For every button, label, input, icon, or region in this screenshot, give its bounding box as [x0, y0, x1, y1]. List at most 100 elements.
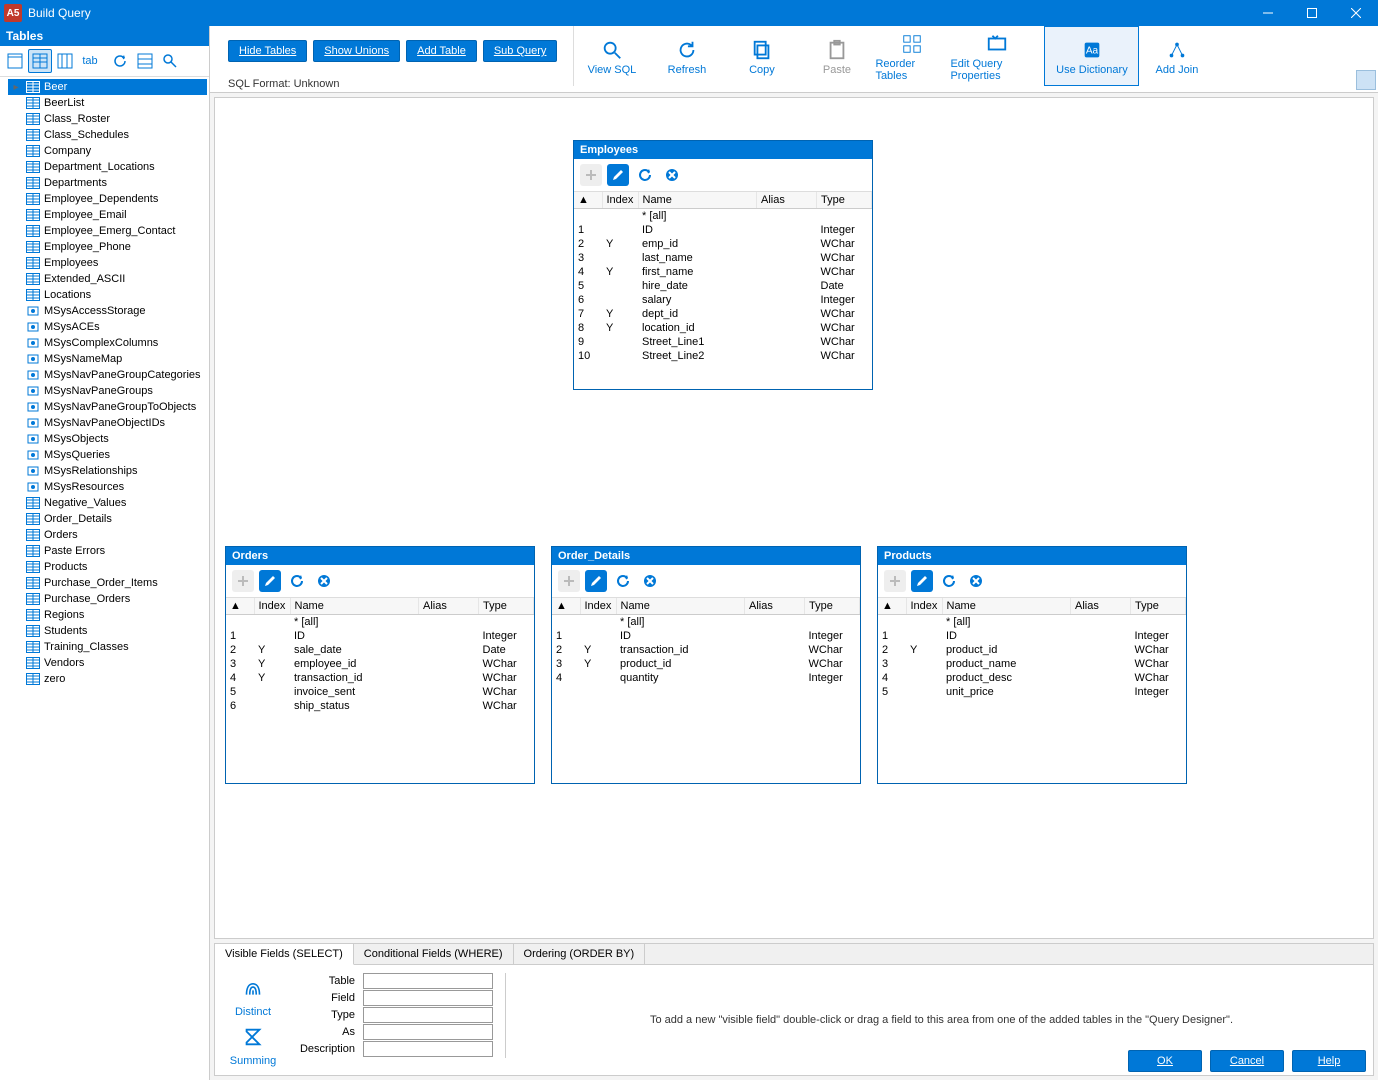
table-row[interactable]: 5hire_dateDate: [574, 279, 872, 293]
tree-item[interactable]: MSysNavPaneObjectIDs: [8, 415, 207, 431]
table-row[interactable]: 2Yemp_idWChar: [574, 237, 872, 251]
col-type[interactable]: Type: [479, 598, 534, 615]
table-row[interactable]: 3product_nameWChar: [878, 657, 1186, 671]
view-sql-button[interactable]: View SQL: [574, 26, 649, 86]
add-join-button[interactable]: Add Join: [1139, 26, 1214, 86]
table-row[interactable]: 1IDInteger: [226, 629, 534, 643]
table-window-title[interactable]: Products: [878, 547, 1186, 565]
refresh-icon[interactable]: [634, 164, 656, 186]
close-icon[interactable]: [313, 570, 335, 592]
table-row[interactable]: 5unit_priceInteger: [878, 685, 1186, 699]
tab-ordering[interactable]: Ordering (ORDER BY): [514, 944, 646, 964]
table-grid[interactable]: ▲IndexNameAliasType* [all]1IDInteger2Ytr…: [552, 598, 860, 783]
table-window-title[interactable]: Order_Details: [552, 547, 860, 565]
tree-item[interactable]: Class_Schedules: [8, 127, 207, 143]
tree-item[interactable]: MSysQueries: [8, 447, 207, 463]
tree-expand-icon[interactable]: ▸: [10, 82, 22, 93]
tree-item[interactable]: Paste Errors: [8, 543, 207, 559]
copy-button[interactable]: Copy: [724, 26, 799, 86]
table-row[interactable]: 1IDInteger: [878, 629, 1186, 643]
col-sort[interactable]: ▲: [226, 598, 254, 615]
table-row[interactable]: 3Yproduct_idWChar: [552, 657, 860, 671]
edit-icon[interactable]: [259, 570, 281, 592]
form-as-input[interactable]: [363, 1024, 493, 1040]
close-icon[interactable]: [639, 570, 661, 592]
col-alias[interactable]: Alias: [419, 598, 479, 615]
table-row[interactable]: 6ship_statusWChar: [226, 699, 534, 713]
tree-item[interactable]: Purchase_Orders: [8, 591, 207, 607]
col-name[interactable]: Name: [638, 192, 757, 209]
tree-item[interactable]: Departments: [8, 175, 207, 191]
refresh-icon[interactable]: [286, 570, 308, 592]
table-row[interactable]: 5invoice_sentWChar: [226, 685, 534, 699]
tree-item[interactable]: Locations: [8, 287, 207, 303]
distinct-button[interactable]: Distinct: [235, 973, 271, 1018]
table-row[interactable]: 6salaryInteger: [574, 293, 872, 307]
refresh-icon[interactable]: [612, 570, 634, 592]
table-window-title[interactable]: Orders: [226, 547, 534, 565]
tree-item[interactable]: MSysNavPaneGroups: [8, 383, 207, 399]
col-index[interactable]: Index: [906, 598, 942, 615]
tab-conditional-fields[interactable]: Conditional Fields (WHERE): [354, 944, 514, 964]
col-alias[interactable]: Alias: [757, 192, 817, 209]
tree-item[interactable]: Extended_ASCII: [8, 271, 207, 287]
table-row[interactable]: * [all]: [574, 209, 872, 224]
table-row[interactable]: * [all]: [226, 615, 534, 630]
col-alias[interactable]: Alias: [745, 598, 805, 615]
show-unions-button[interactable]: Show Unions: [313, 40, 400, 62]
tree-item[interactable]: MSysNavPaneGroupCategories: [8, 367, 207, 383]
search-icon[interactable]: [158, 49, 182, 73]
view-mode-2-icon[interactable]: [28, 49, 52, 73]
tree-item[interactable]: zero: [8, 671, 207, 687]
col-type[interactable]: Type: [805, 598, 860, 615]
tree-item[interactable]: MSysObjects: [8, 431, 207, 447]
col-alias[interactable]: Alias: [1071, 598, 1131, 615]
tree-item[interactable]: MSysResources: [8, 479, 207, 495]
refresh-icon[interactable]: [938, 570, 960, 592]
tree-item[interactable]: Purchase_Order_Items: [8, 575, 207, 591]
table-row[interactable]: 1IDInteger: [552, 629, 860, 643]
col-type[interactable]: Type: [817, 192, 872, 209]
tree-item[interactable]: MSysACEs: [8, 319, 207, 335]
table-row[interactable]: 4quantityInteger: [552, 671, 860, 685]
tree-item[interactable]: Students: [8, 623, 207, 639]
tree-item[interactable]: Order_Details: [8, 511, 207, 527]
tree-item[interactable]: Training_Classes: [8, 639, 207, 655]
col-index[interactable]: Index: [602, 192, 638, 209]
table-row[interactable]: 4Ytransaction_idWChar: [226, 671, 534, 685]
table-window-products[interactable]: Products▲IndexNameAliasType* [all]1IDInt…: [877, 546, 1187, 784]
table-row[interactable]: 2Yproduct_idWChar: [878, 643, 1186, 657]
col-type[interactable]: Type: [1131, 598, 1186, 615]
tree-item[interactable]: BeerList: [8, 95, 207, 111]
edit-icon[interactable]: [911, 570, 933, 592]
reorder-button[interactable]: Reorder Tables: [874, 26, 949, 86]
table-row[interactable]: 10Street_Line2WChar: [574, 349, 872, 363]
col-name[interactable]: Name: [290, 598, 419, 615]
tree-item[interactable]: Employee_Dependents: [8, 191, 207, 207]
tree-item[interactable]: Department_Locations: [8, 159, 207, 175]
table-row[interactable]: 1IDInteger: [574, 223, 872, 237]
sub-query-button[interactable]: Sub Query: [483, 40, 558, 62]
tree-item[interactable]: Employees: [8, 255, 207, 271]
table-row[interactable]: 2Ysale_dateDate: [226, 643, 534, 657]
col-sort[interactable]: ▲: [552, 598, 580, 615]
view-mode-1-icon[interactable]: [3, 49, 27, 73]
help-button[interactable]: Help: [1292, 1050, 1366, 1072]
tree-item[interactable]: Negative_Values: [8, 495, 207, 511]
tree-item[interactable]: Products: [8, 559, 207, 575]
table-row[interactable]: * [all]: [878, 615, 1186, 630]
table-window-order-details[interactable]: Order_Details ▲IndexNameAliasType* [all]1…: [551, 546, 861, 784]
tree-item[interactable]: Regions: [8, 607, 207, 623]
close-button[interactable]: [1334, 0, 1378, 26]
tree-item[interactable]: MSysRelationships: [8, 463, 207, 479]
tree-item[interactable]: Class_Roster: [8, 111, 207, 127]
col-index[interactable]: Index: [254, 598, 290, 615]
table-row[interactable]: 9Street_Line1WChar: [574, 335, 872, 349]
maximize-button[interactable]: [1290, 0, 1334, 26]
tree-item[interactable]: MSysNameMap: [8, 351, 207, 367]
tree-item[interactable]: Employee_Phone: [8, 239, 207, 255]
table-row[interactable]: 4product_descWChar: [878, 671, 1186, 685]
tree-item[interactable]: Employee_Emerg_Contact: [8, 223, 207, 239]
tree-item[interactable]: Employee_Email: [8, 207, 207, 223]
table-row[interactable]: 3last_nameWChar: [574, 251, 872, 265]
